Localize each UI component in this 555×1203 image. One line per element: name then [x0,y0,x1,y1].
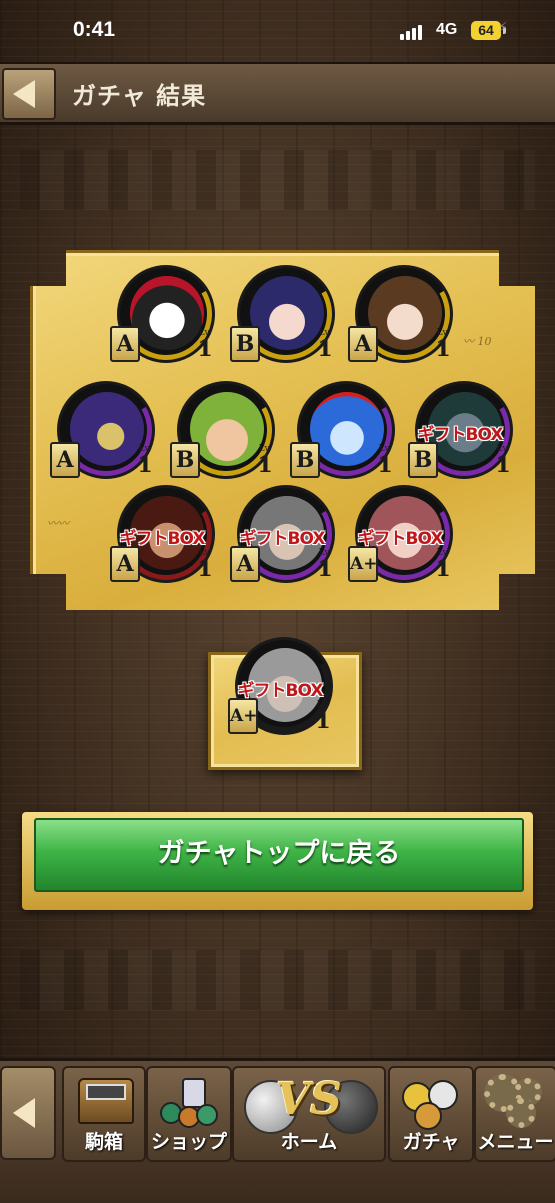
rank-badge: A+ [228,698,258,734]
rank-badge: A [110,546,140,582]
result-character[interactable]: A Lv. 1 ギフトBOX [226,477,343,600]
level-indicator: Lv. 1 [254,444,276,476]
horned-girl-portrait [368,276,442,350]
level-value: 1 [377,452,393,478]
level-value: 1 [435,336,451,362]
result-character[interactable]: A+ Lv. 1 ギフトBOX [224,629,341,752]
level-indicator: Lv. 1 [314,548,336,580]
chevron-left-icon [13,80,35,108]
level-indicator: Lv. 1 [312,700,334,732]
dark-haired-girl-portrait [250,276,324,350]
level-value: 1 [495,452,511,478]
level-indicator: Lv. 1 [134,444,156,476]
level-value: 1 [315,708,331,734]
result-character[interactable]: A Lv. 1 [106,257,223,380]
level-value: 1 [435,556,451,582]
rank-badge: B [408,442,438,478]
rank-badge: A [110,326,140,362]
rank-badge: A [348,326,378,362]
coins-icon [156,1078,222,1128]
level-indicator: Lv. 1 [432,328,454,360]
rank-badge: A [230,546,260,582]
rank-badge: A [50,442,80,478]
battery-icon: 64 [471,21,501,40]
back-button[interactable] [2,68,56,120]
rank-badge: A+ [348,546,378,582]
page-title: ガチャ 結果 [72,82,207,110]
gift-box-label: ギフトBOX [237,681,324,701]
gear-icon [506,1098,536,1128]
result-character[interactable]: A+ Lv. 1 ギフトBOX [344,477,461,600]
return-to-gacha-top-button[interactable]: ガチャトップに戻る [34,818,524,892]
level-indicator: Lv. 1 [432,548,454,580]
status-bar: 0:41 4G 64 ⚡ [0,0,555,62]
background-ornament [20,150,535,210]
vs-icon: VS [276,1074,342,1125]
gift-box-label: ギフトBOX [417,425,504,445]
signature-scribble: 〰 10 [463,335,492,348]
nav-back-button[interactable] [0,1066,56,1160]
result-character[interactable]: A Lv. 1 ギフトBOX [106,477,223,600]
signature-scribble: 〰〰 [47,517,69,530]
rank-badge: B [170,442,200,478]
rank-badge: B [230,326,260,362]
level-value: 1 [317,336,333,362]
rank-badge: B [290,442,320,478]
elf-creature-portrait [190,392,264,466]
network-type: 4G [436,21,458,38]
gacha-coins-icon [398,1078,464,1130]
nav-item-komabako[interactable]: 駒箱 [62,1066,146,1162]
gift-box-label: ギフトBOX [239,529,326,549]
result-character[interactable]: B Lv. 1 [286,373,403,496]
background-ornament [20,950,535,1010]
level-indicator: Lv. 1 [492,444,514,476]
level-indicator: Lv. 1 [194,328,216,360]
result-character[interactable]: A Lv. 1 [46,373,163,496]
result-character[interactable]: B Lv. 1 [226,257,343,380]
blue-frog-portrait [310,392,384,466]
chevron-left-icon [13,1098,35,1128]
nav-item-home[interactable]: VS ホーム [232,1066,386,1162]
level-value: 1 [197,556,213,582]
header-bar: ガチャ 結果 [0,62,555,125]
penguin-top-hat-portrait [130,276,204,350]
nav-label: 駒箱 [84,1131,123,1153]
level-value: 1 [197,336,213,362]
gift-box-label: ギフトBOX [119,529,206,549]
level-indicator: Lv. 1 [374,444,396,476]
nav-label: メニュー [477,1131,554,1153]
level-value: 1 [257,452,273,478]
level-value: 1 [317,556,333,582]
nav-item-gacha[interactable]: ガチャ [388,1066,474,1162]
nav-label: ショップ [150,1131,227,1153]
level-value: 1 [137,452,153,478]
nav-label: ガチャ [402,1131,460,1153]
status-time: 0:41 [73,18,116,41]
gift-box-label: ギフトBOX [357,529,444,549]
chest-icon [78,1078,134,1124]
level-indicator: Lv. 1 [194,548,216,580]
result-character[interactable]: A Lv. 1 [344,257,461,380]
nav-item-menu[interactable]: メニュー [474,1066,555,1162]
result-character[interactable]: B Lv. 1 ギフトBOX [404,373,521,496]
nav-label: ホーム [280,1131,338,1153]
result-character[interactable]: B Lv. 1 [166,373,283,496]
nav-item-shop[interactable]: ショップ [146,1066,232,1162]
charging-icon: ⚡ [498,20,508,36]
masked-man-portrait [70,392,144,466]
level-indicator: Lv. 1 [314,328,336,360]
